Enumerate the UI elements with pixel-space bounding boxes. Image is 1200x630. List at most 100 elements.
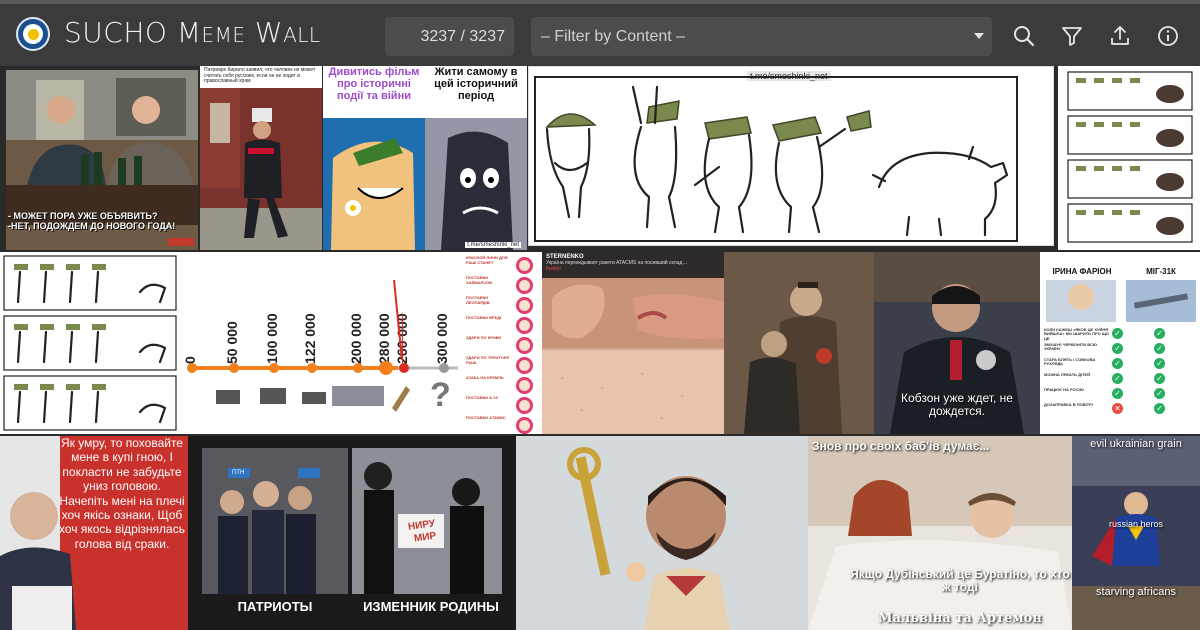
info-icon: [1158, 26, 1178, 46]
meme-tile[interactable]: НИРУ МИР ПТН ПАТРИОТЫ ИЗМЕННИК РОДИНЫ: [188, 436, 516, 630]
compare-right-title: МІГ-31К: [1146, 267, 1176, 276]
timeline-dot: [353, 363, 363, 373]
compare-left-title: ІРИНА ФАРІОН: [1052, 267, 1112, 276]
clown-face-icon: [516, 297, 533, 314]
meme-tile[interactable]: STERNENKO Україна перекидывает ракети AT…: [542, 252, 724, 434]
meme-tile[interactable]: [724, 252, 874, 434]
meme-image: [1072, 436, 1200, 630]
compare-right-photo: [1126, 280, 1196, 322]
meme-caption: Патриарх Кирилл заявил, что человек не м…: [200, 66, 322, 88]
search-button[interactable]: [1010, 22, 1038, 50]
clown-row-text: ПОСТАВКИ А-10: [466, 395, 498, 400]
meme-image: [808, 436, 1072, 630]
meme-image: [516, 436, 808, 630]
search-icon: [1014, 26, 1035, 47]
check-icon: ✓: [1154, 343, 1165, 354]
clown-row: ПОСТАВКИ ЛЕОПАРДІВ: [464, 295, 542, 315]
check-icon: ✓: [1112, 373, 1123, 384]
timeline-dot: [379, 361, 393, 375]
clown-row: АТАКА НА КРЕМЛЬ: [464, 375, 542, 395]
meme-tile[interactable]: Як умру, то поховайте мене в купі гною, …: [0, 436, 188, 630]
app-header: SUCHO Meme Wall 3237 / 3237 – Filter by …: [0, 0, 1200, 66]
clown-face-icon: [516, 357, 533, 374]
meme-tile[interactable]: [1058, 66, 1200, 250]
meme-caption-middle: russian heros: [1108, 519, 1164, 529]
sucho-logo[interactable]: [16, 17, 50, 51]
meme-tile[interactable]: КРАСНОЙ ЛИНИ ДЛЯ РАШІ СТАНЕТ ПОСТАВКИ ХАЙ…: [464, 252, 542, 434]
clown-row: ПОСТАВКИ А-10: [464, 395, 542, 415]
check-icon: ✓: [1112, 328, 1123, 339]
meme-tile[interactable]: evil ukrainian grain russian heros starv…: [1072, 436, 1200, 630]
filter-button[interactable]: [1058, 22, 1086, 50]
meme-caption-left: Дивитись фільм про історичні події та ві…: [328, 66, 420, 103]
meme-caption-bottom: starving africans: [1095, 586, 1177, 598]
meme-caption-right: ИЗМЕННИК РОДИНЫ: [363, 599, 499, 614]
meme-tile[interactable]: t.me/smeshinki_net: [528, 66, 1054, 246]
content-filter-value: – Filter by Content –: [541, 27, 686, 45]
clown-face-icon: [516, 337, 533, 354]
meme-counter[interactable]: 3237 / 3237: [385, 17, 514, 56]
compare-left-photo: [1046, 280, 1116, 322]
meme-image: [534, 76, 1018, 242]
app-title: SUCHO Meme Wall: [64, 16, 321, 49]
meme-caption-bottom-2: Мальвіна та Артемон: [878, 611, 1042, 626]
upload-icon: [1111, 26, 1129, 45]
logo-ring: [23, 24, 43, 44]
meme-tile[interactable]: Кобзон уже ждет, не дождется.: [874, 252, 1040, 434]
filter-icon: [1062, 27, 1082, 46]
check-icon: ✓: [1112, 343, 1123, 354]
meme-tile[interactable]: Патриарх Кирилл заявил, что человек не м…: [200, 66, 322, 250]
tweet-link: Купібо: [546, 266, 561, 272]
meme-caption-right: Жити самому в цей історичний період: [434, 66, 518, 103]
meme-watermark: t.me/smeshinki_net: [465, 242, 521, 248]
meme-caption: Як умру, то поховайте мене в купі гною, …: [59, 436, 185, 551]
content-filter-select[interactable]: – Filter by Content –: [531, 17, 992, 56]
title-word2-rest: all: [283, 16, 321, 49]
meme-tile[interactable]: Знов про своїх баб'ів думає... Якщо Дубі…: [808, 436, 1072, 630]
meme-image: [542, 278, 724, 434]
meme-caption-top: evil ukrainian grain: [1090, 438, 1182, 450]
clown-face-icon: [516, 377, 533, 394]
clown-face-icon: [516, 397, 533, 414]
compare-row-label: СТАРА БЛЯТЬ І СОВКОВА РУХЛЯДЬ: [1044, 357, 1096, 367]
clown-row-text: АТАКА НА КРЕМЛЬ: [466, 375, 504, 380]
clown-row: УДАРИ ПО КРИМУ: [464, 335, 542, 355]
meme-image: [202, 448, 502, 594]
timeline-dot: [439, 363, 449, 373]
timeline-dot: [269, 363, 279, 373]
meme-tile[interactable]: [516, 436, 808, 630]
clown-face-icon: [516, 417, 533, 434]
compare-row-label: МОЖНА ЛЯКАТЬ ДІТЕЙ: [1044, 372, 1091, 377]
check-icon: ✓: [1112, 388, 1123, 399]
meme-tile[interactable]: 0 50 000 100 000 122 000 200 000 280 000 260 0…: [180, 252, 464, 434]
meme-logo: [168, 238, 194, 246]
clown-row-text: ПОСТАВКИ АТАКМС: [466, 415, 506, 420]
meme-tile[interactable]: - МОЖЕТ ПОРА УЖЕ ОБЪЯВИТЬ? -НЕТ, ПОДОЖДЕ…: [6, 70, 198, 250]
meme-caption: Кобзон уже ждет, не дождется.: [901, 391, 1013, 419]
clown-row: УДАРИ ПО ТЕРИТОРІЇ РАШІ: [464, 355, 542, 375]
clown-face-icon: [516, 317, 533, 334]
meme-caption-top: Знов про своїх баб'ів думає...: [812, 439, 990, 453]
info-button[interactable]: [1154, 22, 1182, 50]
check-icon: ✓: [1154, 388, 1165, 399]
meme-tweet: STERNENKO Україна перекидывает ракети AT…: [542, 252, 724, 278]
title-word1-initial: M: [176, 16, 202, 49]
clown-row-text: ПОСТАВКИ ВРЕДІ: [466, 315, 502, 320]
clown-row: ПОСТАВКИ ХАЙМАРСОВ: [464, 275, 542, 295]
meme-tile[interactable]: Дивитись фільм про історичні події та ві…: [323, 66, 527, 250]
meme-caption: - МОЖЕТ ПОРА УЖЕ ОБЪЯВИТЬ? -НЕТ, ПОДОЖДЕ…: [8, 211, 176, 231]
share-button[interactable]: [1106, 22, 1134, 50]
timeline-dot: [187, 363, 197, 373]
clown-row-text: УДАРИ ПО КРИМУ: [466, 335, 502, 340]
check-icon: ✓: [1154, 328, 1165, 339]
meme-tile[interactable]: ІРИНА ФАРІОН МІГ-31К КОЛИ КАЖЕШ «ЯКОБ ЦЕ…: [1040, 252, 1200, 434]
meme-caption-left: ПАТРИОТЫ: [237, 599, 313, 614]
timeline-dot: [307, 363, 317, 373]
title-prefix: SUCHO: [64, 16, 177, 49]
cross-icon: ✕: [1112, 403, 1123, 414]
clown-row-text: ПОСТАВКИ ХАЙМАРСОВ: [466, 275, 493, 285]
meme-tile[interactable]: [0, 252, 180, 434]
compare-row-label: КОЛИ КАЖЕШ «ЯКОБ ЦЕ ХУЙНЯ ВИЙШЛА» МО ШАР…: [1044, 327, 1110, 341]
clown-row: ПОСТАВКИ ВРЕДІ: [464, 315, 542, 335]
timeline-dot: [229, 363, 239, 373]
